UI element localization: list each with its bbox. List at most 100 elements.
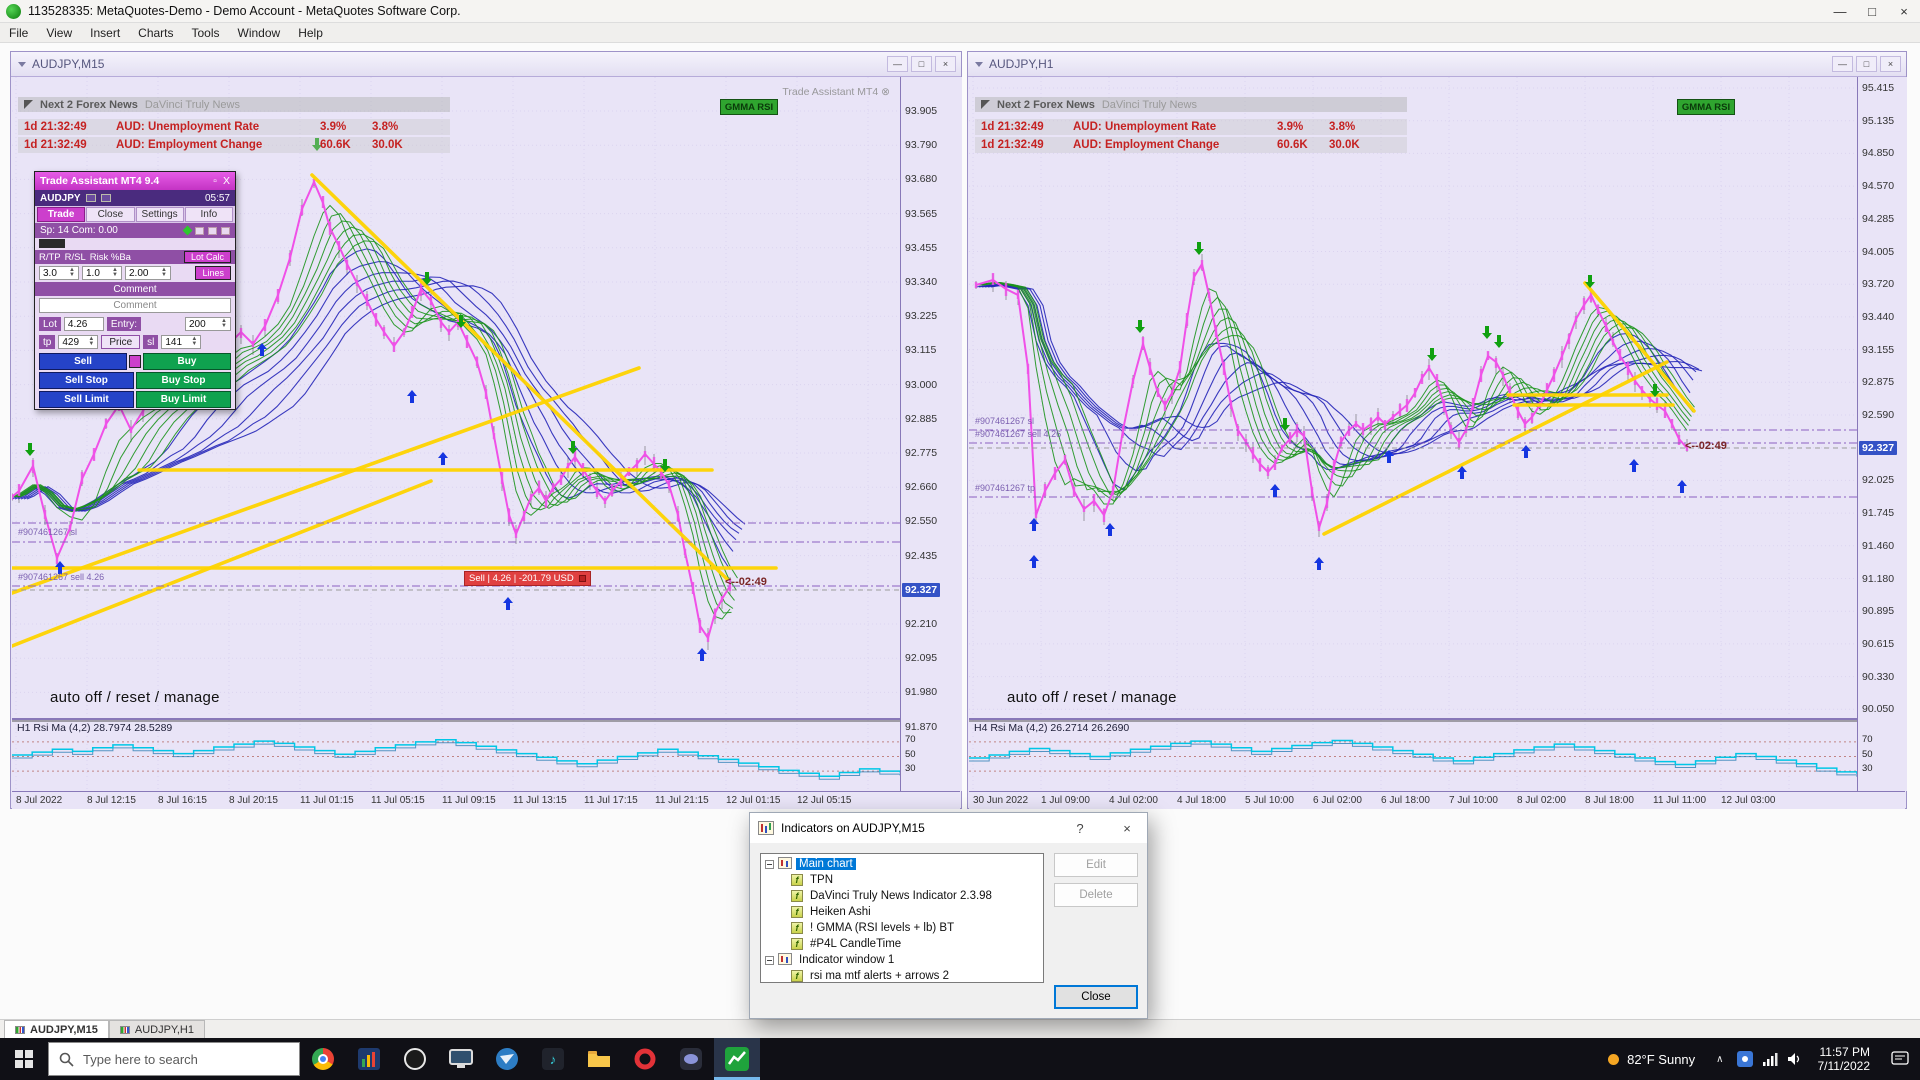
indicator-tree-item[interactable]: frsi ma mtf alerts + arrows 2 [761, 968, 1043, 983]
comment-input[interactable]: Comment [39, 298, 231, 313]
open-position-badge[interactable]: Sell | 4.26 | -201.79 USD [464, 571, 591, 586]
lines-button[interactable]: Lines [195, 266, 231, 280]
order-mode-icon[interactable] [129, 355, 141, 368]
trade-panel-titlebar[interactable]: Trade Assistant MT4 9.4 ▫ X [35, 172, 235, 190]
time-axis-m15[interactable]: 8 Jul 20228 Jul 12:158 Jul 16:158 Jul 20… [12, 791, 960, 809]
chart-minimize-button[interactable]: — [1832, 56, 1853, 72]
price-button[interactable]: Price [101, 335, 140, 349]
panel-close-icon[interactable]: X [223, 175, 230, 187]
taskbar-clock[interactable]: 11:57 PM 7/11/2022 [1808, 1045, 1881, 1073]
chart-restore-button[interactable]: □ [1856, 56, 1877, 72]
close-button[interactable]: × [1888, 0, 1920, 22]
mini-box-icon[interactable] [86, 194, 96, 202]
menu-view[interactable]: View [37, 24, 81, 42]
rsi-subwindow-h1[interactable]: H4 Rsi Ma (4,2) 26.2714 26.2690 [969, 718, 1857, 791]
dialog-titlebar[interactable]: Indicators on AUDJPY,M15 ? × [750, 813, 1147, 843]
trade-assistant-panel[interactable]: Trade Assistant MT4 9.4 ▫ X AUDJPY 05:57… [34, 171, 236, 410]
discord-icon[interactable] [668, 1038, 714, 1080]
folder-icon[interactable] [576, 1038, 622, 1080]
chart-restore-button[interactable]: □ [911, 56, 932, 72]
mini-toggle[interactable] [39, 239, 65, 248]
chart-window-m15[interactable]: AUDJPY,M15 — □ × Next 2 Forex News DaVin… [10, 51, 962, 809]
menu-tools[interactable]: Tools [183, 24, 229, 42]
badge-close-icon[interactable] [579, 575, 586, 582]
gmma-rsi-button[interactable]: GMMA RSI [720, 99, 778, 115]
chart-close-button[interactable]: × [935, 56, 956, 72]
indicator-tree-item[interactable]: fTPN [761, 872, 1043, 888]
chart-window-h1-titlebar[interactable]: AUDJPY,H1 — □ × [968, 52, 1906, 77]
sl-input[interactable]: 141▲▼ [161, 335, 201, 349]
buy-limit-button[interactable]: Buy Limit [136, 391, 231, 408]
sell-button[interactable]: Sell [39, 353, 127, 370]
calendar-icon[interactable] [208, 227, 217, 235]
chart-close-button[interactable]: × [1880, 56, 1901, 72]
close-dialog-button[interactable]: Close [1054, 985, 1138, 1009]
mt4-active-icon[interactable] [714, 1038, 760, 1080]
auto-reset-manage-buttons[interactable]: auto off / reset / manage [1007, 689, 1177, 706]
entry-input[interactable]: 200▲▼ [185, 317, 231, 331]
tray-app-icon[interactable] [1733, 1051, 1758, 1067]
trade-assistant-corner-label[interactable]: Trade Assistant MT4 ⊗ [782, 86, 890, 98]
risk-input[interactable]: 2.00▲▼ [125, 266, 171, 280]
panel-tab-info[interactable]: Info [185, 207, 233, 222]
monitor-icon[interactable] [438, 1038, 484, 1080]
tp-input[interactable]: 429▲▼ [58, 335, 98, 349]
delete-button[interactable]: Delete [1054, 883, 1138, 907]
price-chart-canvas-h1[interactable] [969, 77, 1857, 715]
indicators-dialog[interactable]: Indicators on AUDJPY,M15 ? × Main chartf… [749, 812, 1148, 1019]
tab-audjpy-m15[interactable]: AUDJPY,M15 [4, 1020, 109, 1038]
auto-reset-manage-buttons[interactable]: auto off / reset / manage [50, 689, 220, 706]
weather-widget[interactable]: 82°F Sunny [1596, 1052, 1707, 1067]
buy-button[interactable]: Buy [143, 353, 231, 370]
rsi-subwindow-m15[interactable]: H1 Rsi Ma (4,2) 28.7974 28.5289 [12, 718, 900, 791]
mt4-icon[interactable] [346, 1038, 392, 1080]
volume-icon[interactable] [1783, 1052, 1808, 1066]
chart-plot-h1[interactable]: Next 2 Forex News DaVinci Truly News 1d … [969, 77, 1857, 715]
sell-stop-button[interactable]: Sell Stop [39, 372, 134, 389]
indicator-tree-item[interactable]: f#P4L CandleTime [761, 936, 1043, 952]
menu-charts[interactable]: Charts [129, 24, 182, 42]
tree-expander-icon[interactable] [765, 860, 774, 869]
lot-calc-button[interactable]: Lot Calc [184, 251, 231, 263]
start-button[interactable] [0, 1038, 48, 1080]
dialog-close-icon[interactable]: × [1107, 813, 1147, 843]
tree-expander-icon[interactable] [765, 956, 774, 965]
chrome-icon[interactable] [300, 1038, 346, 1080]
gmma-rsi-button[interactable]: GMMA RSI [1677, 99, 1735, 115]
tray-expand-icon[interactable]: ∧ [1707, 1054, 1732, 1065]
dialog-help-button[interactable]: ? [1060, 813, 1100, 843]
taskbar-search[interactable] [48, 1042, 300, 1076]
panel-tab-settings[interactable]: Settings [136, 207, 184, 222]
panel-tab-trade[interactable]: Trade [37, 207, 85, 222]
minimize-button[interactable]: — [1824, 0, 1856, 22]
menu-insert[interactable]: Insert [81, 24, 129, 42]
chart-minimize-button[interactable]: — [887, 56, 908, 72]
eye-icon[interactable] [195, 227, 204, 235]
search-input[interactable] [83, 1052, 263, 1067]
indicator-tree-item[interactable]: Main chart [761, 856, 1043, 872]
mini-box-icon[interactable] [101, 194, 111, 202]
menu-file[interactable]: File [0, 24, 37, 42]
time-axis-h1[interactable]: 30 Jun 20221 Jul 09:004 Jul 02:004 Jul 1… [969, 791, 1905, 809]
edit-button[interactable]: Edit [1054, 853, 1138, 877]
menu-window[interactable]: Window [229, 24, 290, 42]
opera-gx-icon[interactable] [392, 1038, 438, 1080]
indicator-tree-item[interactable]: fHeiken Ashi [761, 904, 1043, 920]
opera-icon[interactable] [622, 1038, 668, 1080]
chart-window-m15-titlebar[interactable]: AUDJPY,M15 — □ × [11, 52, 961, 77]
rtp-input[interactable]: 3.0▲▼ [39, 266, 79, 280]
music-icon[interactable]: ♪ [530, 1038, 576, 1080]
price-axis-h1[interactable]: 95.41595.13594.85094.57094.28594.00593.7… [1857, 77, 1907, 791]
rsl-input[interactable]: 1.0▲▼ [82, 266, 122, 280]
chart-window-h1[interactable]: AUDJPY,H1 — □ × Next 2 Forex News DaVinc… [967, 51, 1907, 809]
menu-help[interactable]: Help [289, 24, 332, 42]
lock-icon[interactable] [221, 227, 230, 235]
indicator-tree[interactable]: Main chartfTPNfDaVinci Truly News Indica… [760, 853, 1044, 983]
panel-tab-close[interactable]: Close [86, 207, 134, 222]
price-axis-m15[interactable]: 93.90593.79093.68093.56593.45593.34093.2… [900, 77, 962, 791]
buy-stop-button[interactable]: Buy Stop [136, 372, 231, 389]
panel-minimize-icon[interactable]: ▫ [213, 175, 217, 187]
lot-input[interactable]: 4.26 [64, 317, 104, 331]
indicator-tree-item[interactable]: fDaVinci Truly News Indicator 2.3.98 [761, 888, 1043, 904]
sell-limit-button[interactable]: Sell Limit [39, 391, 134, 408]
